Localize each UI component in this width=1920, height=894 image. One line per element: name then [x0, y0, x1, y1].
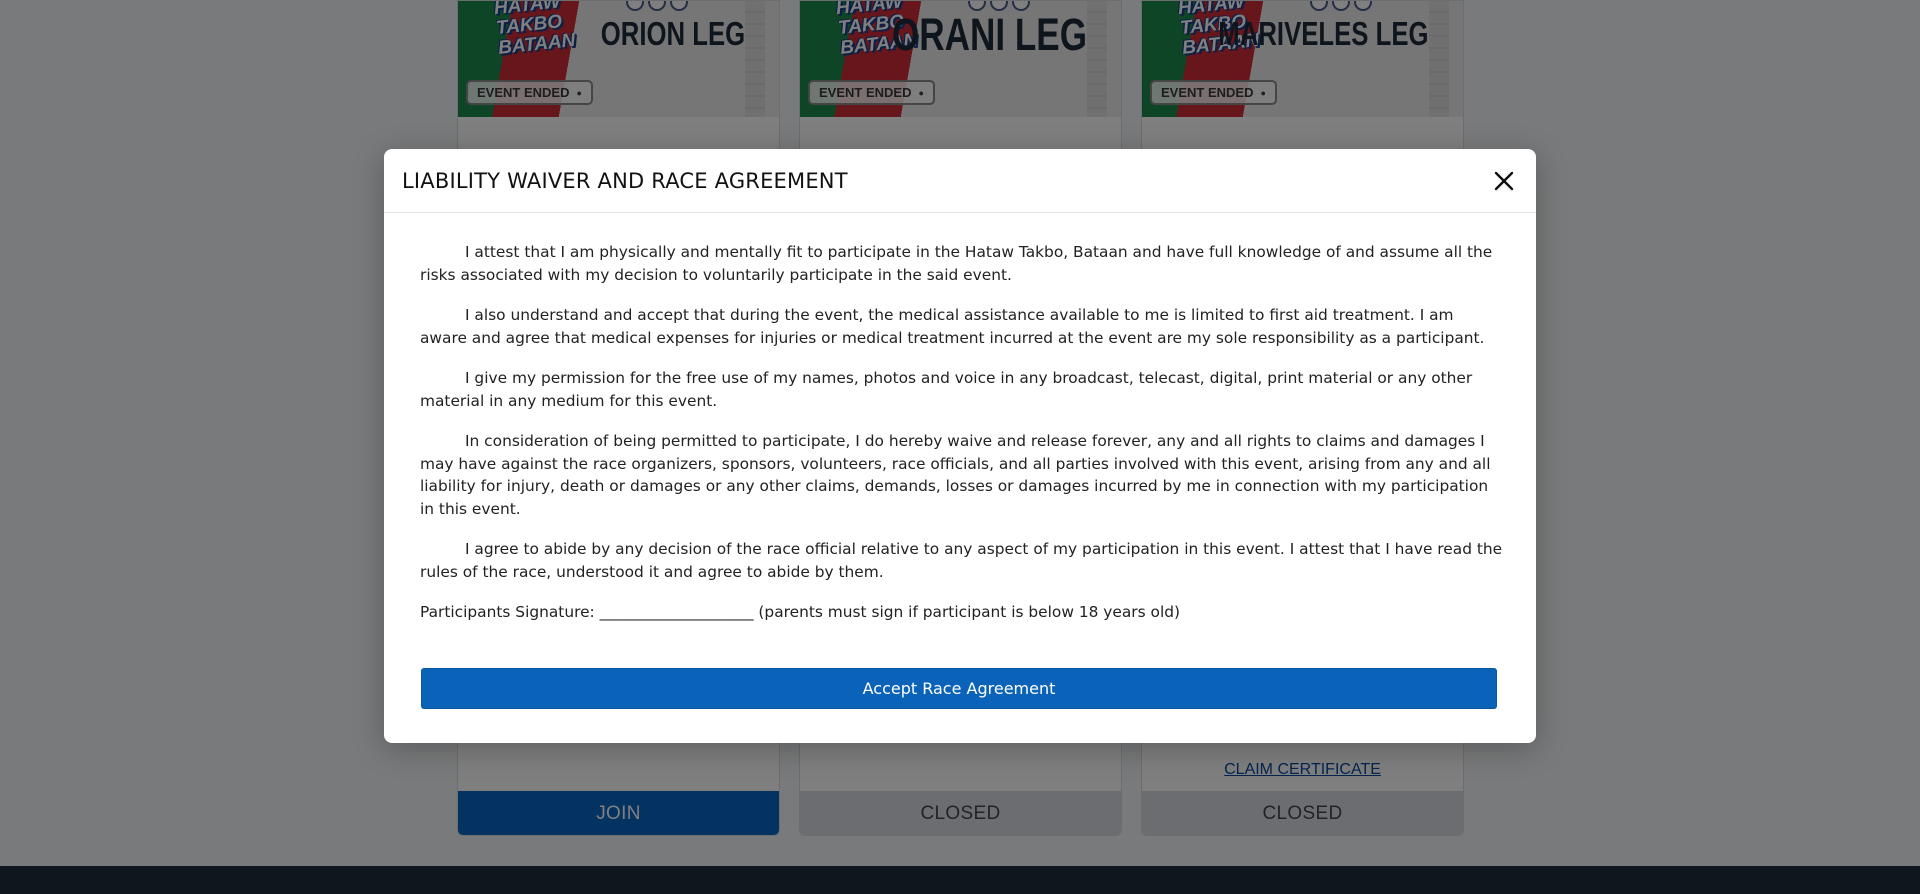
waiver-paragraph-fitness: I attest that I am physically and mental…: [420, 243, 1493, 284]
accept-race-agreement-button[interactable]: Accept Race Agreement: [421, 668, 1497, 709]
modal-header: LIABILITY WAIVER AND RACE AGREEMENT: [384, 149, 1536, 213]
waiver-paragraph-media: I give my permission for the free use of…: [420, 369, 1473, 410]
modal-body: I attest that I am physically and mental…: [420, 241, 1505, 624]
liability-waiver-modal: LIABILITY WAIVER AND RACE AGREEMENT I at…: [384, 149, 1536, 743]
modal-title: LIABILITY WAIVER AND RACE AGREEMENT: [402, 168, 848, 193]
close-icon: [1494, 171, 1514, 191]
waiver-paragraph-rules: I agree to abide by any decision of the …: [420, 540, 1503, 581]
signature-line: Participants Signature: ________________…: [420, 603, 1181, 621]
close-button[interactable]: [1490, 167, 1518, 195]
waiver-paragraph-medical: I also understand and accept that during…: [420, 306, 1485, 347]
waiver-paragraph-release: In consideration of being permitted to p…: [420, 432, 1491, 518]
